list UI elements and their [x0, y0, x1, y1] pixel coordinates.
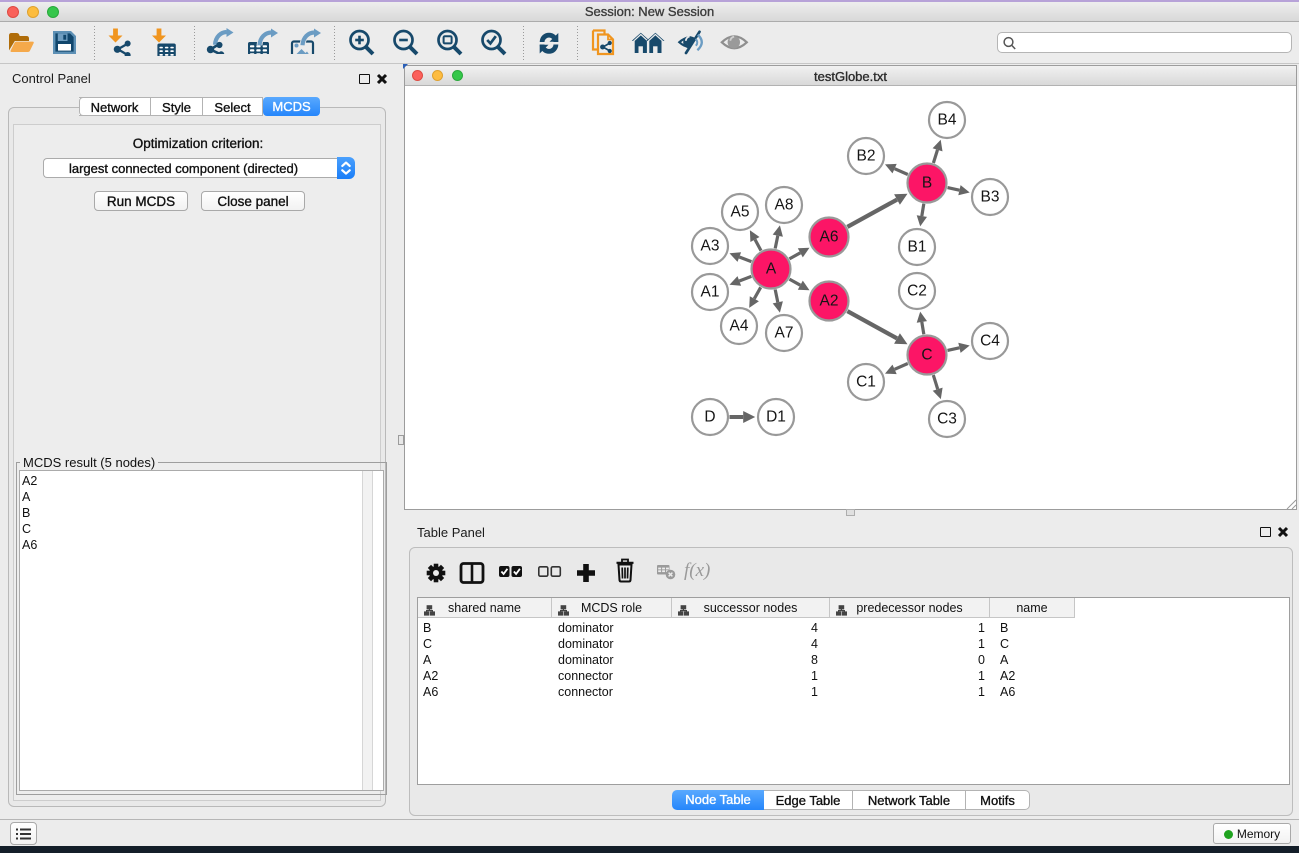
svg-text:B3: B3 — [981, 189, 1000, 206]
svg-text:B: B — [922, 175, 932, 192]
svg-text:A2: A2 — [820, 293, 839, 310]
svg-text:A6: A6 — [820, 229, 839, 246]
svg-text:A8: A8 — [775, 197, 794, 214]
svg-text:A7: A7 — [775, 325, 794, 342]
svg-text:D: D — [704, 409, 715, 426]
svg-text:C1: C1 — [856, 374, 876, 391]
svg-text:D1: D1 — [766, 409, 786, 426]
svg-text:C2: C2 — [907, 283, 927, 300]
svg-text:B4: B4 — [938, 112, 957, 129]
svg-text:C4: C4 — [980, 333, 1000, 350]
svg-text:C: C — [921, 347, 932, 364]
svg-text:A5: A5 — [731, 204, 750, 221]
svg-text:C3: C3 — [937, 411, 957, 428]
svg-text:A: A — [766, 261, 777, 278]
svg-text:B2: B2 — [857, 148, 876, 165]
svg-text:B1: B1 — [908, 239, 927, 256]
svg-text:A1: A1 — [701, 284, 720, 301]
svg-text:A4: A4 — [730, 318, 749, 335]
svg-text:A3: A3 — [701, 238, 720, 255]
